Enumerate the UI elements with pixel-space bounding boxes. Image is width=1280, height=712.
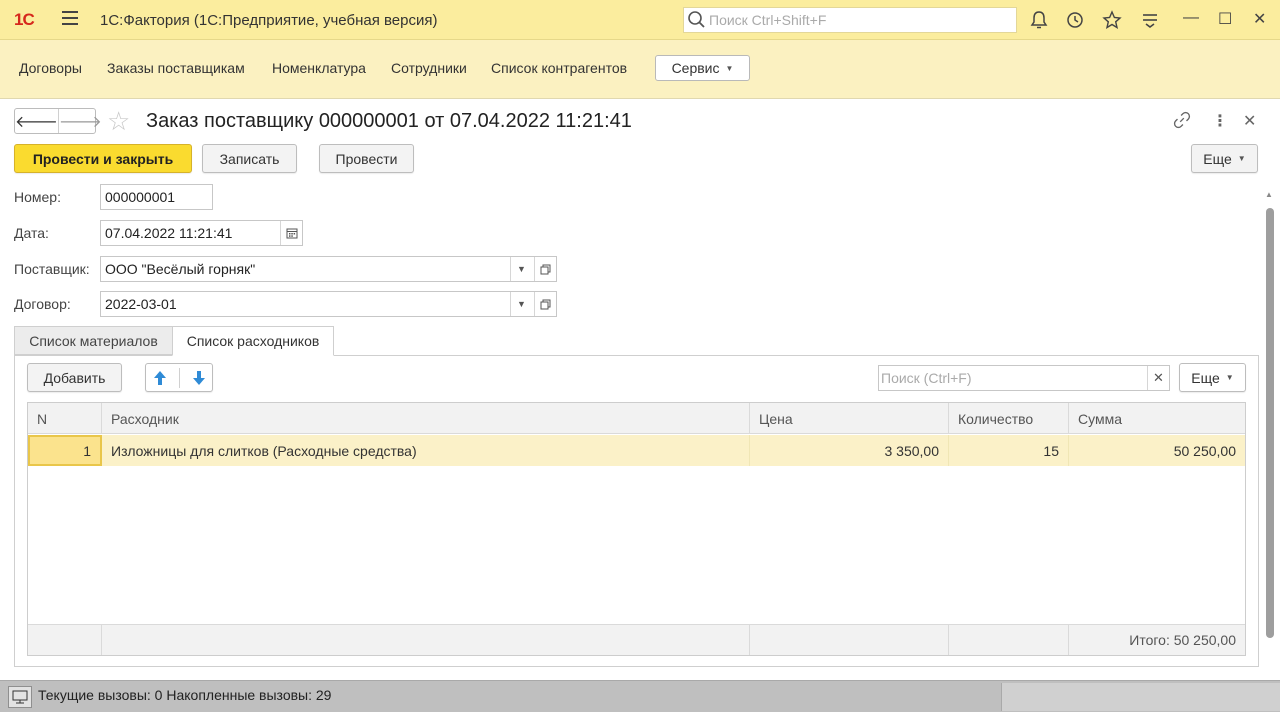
chevron-down-icon: ▼ [1225,373,1234,382]
column-n[interactable]: N [28,403,102,434]
history-navigation: 🡐 🡒 [14,108,102,134]
chevron-down-icon: ▼ [725,63,734,73]
section-supplier-orders[interactable]: Заказы поставщикам [107,60,245,76]
calendar-icon[interactable] [280,221,302,245]
contract-dropdown-icon[interactable]: ▼ [510,292,532,316]
table-search-placeholder: Поиск (Ctrl+F) [881,370,972,386]
forward-arrow-icon[interactable]: 🡒 [59,109,102,133]
post-and-close-button[interactable]: Провести и закрыть [14,144,192,173]
supplier-field[interactable]: ООО "Весёлый горняк" ▼ [100,256,557,282]
date-value: 07.04.2022 11:21:41 [105,225,233,241]
table-more-label: Еще [1191,369,1220,386]
consumables-table: N Расходник Цена Количество Сумма 1 Изло… [27,402,1246,656]
contract-value: 2022-03-01 [105,296,177,312]
search-icon [688,11,705,28]
close-form-icon[interactable]: ✕ [1243,111,1256,131]
favorite-star-icon[interactable]: ☆ [107,107,130,135]
scroll-up-icon[interactable]: ▲ [1265,190,1273,199]
move-down-icon[interactable] [191,369,207,387]
supplier-dropdown-icon[interactable]: ▼ [510,257,532,281]
section-employees[interactable]: Сотрудники [391,60,467,76]
table-footer: Итого: 50 250,00 [28,624,1245,655]
favorites-star-icon[interactable] [1102,10,1122,30]
more-button[interactable]: Еще ▼ [1191,144,1258,173]
clear-search-icon[interactable]: ✕ [1147,366,1169,390]
status-bar: Текущие вызовы: 0 Накопленные вызовы: 29 [0,680,1280,712]
close-window-icon[interactable]: ✕ [1253,9,1266,29]
row-price-cell[interactable]: 3 350,00 [750,435,949,466]
number-value: 000000001 [105,189,176,205]
form-title: Заказ поставщику 000000001 от 07.04.2022… [146,110,632,132]
post-button[interactable]: Провести [319,144,414,173]
supplier-value: ООО "Весёлый горняк" [105,261,256,277]
global-search-placeholder: Поиск Ctrl+Shift+F [709,12,827,28]
tab-consumables[interactable]: Список расходников [172,326,334,356]
date-label: Дата: [14,225,49,241]
row-item-cell[interactable]: Изложницы для слитков (Расходные средств… [102,435,750,466]
column-sum[interactable]: Сумма [1069,403,1245,434]
total-sum: Итого: 50 250,00 [1129,632,1236,648]
monitor-icon[interactable] [8,686,32,708]
contract-field[interactable]: 2022-03-01 ▼ [100,291,557,317]
status-calls-text: Текущие вызовы: 0 Накопленные вызовы: 29 [38,687,332,703]
status-input-area[interactable] [1001,683,1280,711]
table-search-input[interactable]: Поиск (Ctrl+F) ✕ [878,365,1170,391]
service-label: Сервис [671,60,720,76]
more-actions-icon[interactable]: ⋮ [1212,111,1228,131]
maximize-icon[interactable]: ☐ [1218,9,1232,29]
move-buttons [145,363,213,392]
row-qty-cell[interactable]: 15 [949,435,1069,466]
section-nomenclature[interactable]: Номенклатура [272,60,366,76]
main-menu-icon[interactable] [62,11,78,25]
service-menu-button[interactable]: Сервис ▼ [655,55,750,81]
tab-materials[interactable]: Список материалов [14,326,173,355]
date-field[interactable]: 07.04.2022 11:21:41 [100,220,303,246]
settings-menu-icon[interactable] [1140,10,1160,30]
supplier-open-icon[interactable] [534,257,556,281]
table-row[interactable]: 1 Изложницы для слитков (Расходные средс… [28,435,1245,466]
add-row-button[interactable]: Добавить [27,363,122,392]
back-arrow-icon[interactable]: 🡐 [15,109,59,133]
column-item[interactable]: Расходник [102,403,750,434]
footer-cell [102,625,750,655]
footer-cell [28,625,102,655]
section-contracts[interactable]: Договоры [19,60,82,76]
column-price[interactable]: Цена [750,403,949,434]
contract-open-icon[interactable] [534,292,556,316]
section-counterparties[interactable]: Список контрагентов [491,60,627,76]
footer-cell [750,625,949,655]
footer-cell [949,625,1069,655]
row-n-cell[interactable]: 1 [28,435,102,466]
sections-bar: Договоры Заказы поставщикам Номенклатура… [0,40,1280,99]
table-more-button[interactable]: Еще ▼ [1179,363,1246,392]
chevron-down-icon: ▼ [1237,154,1246,163]
more-label: Еще [1203,150,1232,167]
app-logo: 1С [14,10,35,29]
number-field[interactable]: 000000001 [100,184,213,210]
move-up-icon[interactable] [152,369,168,387]
app-title: 1С:Фактория (1С:Предприятие, учебная вер… [100,12,438,29]
number-label: Номер: [14,189,61,205]
supplier-label: Поставщик: [14,261,90,277]
global-search-input[interactable]: Поиск Ctrl+Shift+F [683,7,1017,33]
table-header: N Расходник Цена Количество Сумма [28,403,1245,434]
minimize-icon[interactable]: — [1183,9,1199,27]
title-bar: 1С 1С:Фактория (1С:Предприятие, учебная … [0,0,1280,40]
row-sum-cell[interactable]: 50 250,00 [1069,435,1245,466]
save-button[interactable]: Записать [202,144,297,173]
history-icon[interactable] [1065,10,1085,30]
bell-icon[interactable] [1029,10,1049,30]
column-qty[interactable]: Количество [949,403,1069,434]
link-icon[interactable] [1173,111,1191,129]
vertical-scrollbar[interactable] [1266,208,1274,638]
contract-label: Договор: [14,296,71,312]
